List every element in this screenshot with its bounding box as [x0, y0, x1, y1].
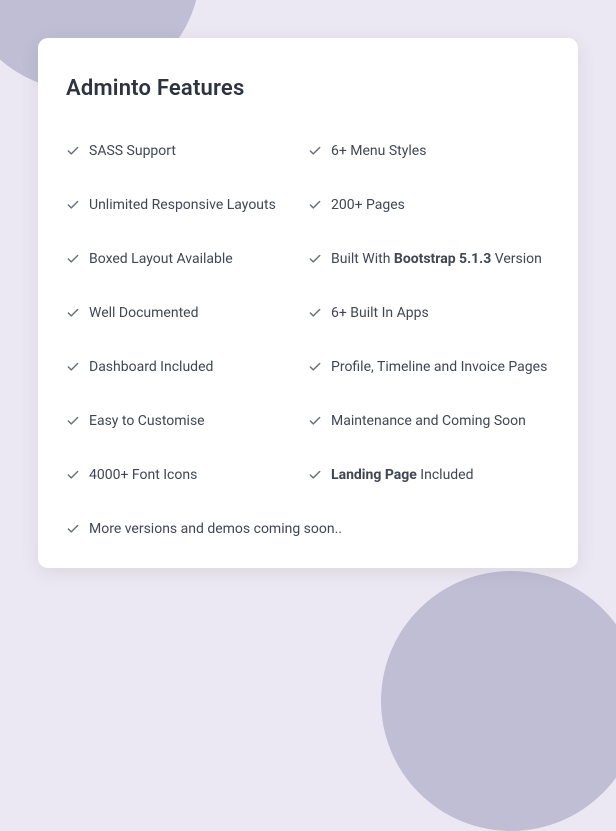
- feature-item: Landing Page Included: [308, 467, 550, 483]
- features-card: Adminto Features SASS Support 6+ Menu Sty…: [38, 38, 578, 568]
- feature-item: 6+ Built In Apps: [308, 305, 550, 321]
- feature-text: Easy to Customise: [89, 413, 205, 429]
- feature-item: Well Documented: [66, 305, 308, 321]
- feature-item: Boxed Layout Available: [66, 251, 308, 267]
- feature-text: More versions and demos coming soon..: [89, 521, 342, 537]
- feature-item: Easy to Customise: [66, 413, 308, 429]
- feature-text: Profile, Timeline and Invoice Pages: [331, 359, 547, 375]
- feature-item: Built With Bootstrap 5.1.3 Version: [308, 251, 550, 267]
- feature-text: SASS Support: [89, 143, 176, 159]
- feature-item: 200+ Pages: [308, 197, 550, 213]
- feature-text: 6+ Menu Styles: [331, 143, 426, 159]
- page-title: Adminto Features: [66, 76, 550, 101]
- feature-item: SASS Support: [66, 143, 308, 159]
- feature-text: Boxed Layout Available: [89, 251, 233, 267]
- feature-item: 6+ Menu Styles: [308, 143, 550, 159]
- feature-item: Unlimited Responsive Layouts: [66, 197, 308, 213]
- feature-text: Well Documented: [89, 305, 198, 321]
- feature-item: Maintenance and Coming Soon: [308, 413, 550, 429]
- feature-item: Profile, Timeline and Invoice Pages: [308, 359, 550, 375]
- feature-item: More versions and demos coming soon..: [66, 521, 550, 537]
- decorative-circle-bottom: [381, 571, 616, 831]
- feature-text: Landing Page Included: [331, 467, 474, 483]
- feature-text: 4000+ Font Icons: [89, 467, 197, 483]
- feature-text: Built With Bootstrap 5.1.3 Version: [331, 251, 542, 267]
- feature-item: 4000+ Font Icons: [66, 467, 308, 483]
- feature-text: Dashboard Included: [89, 359, 213, 375]
- feature-text: 200+ Pages: [331, 197, 405, 213]
- feature-text: Maintenance and Coming Soon: [331, 413, 526, 429]
- feature-item: Dashboard Included: [66, 359, 308, 375]
- features-grid: SASS Support 6+ Menu Styles Unlimited Resp…: [66, 143, 550, 537]
- feature-text: 6+ Built In Apps: [331, 305, 429, 321]
- feature-text: Unlimited Responsive Layouts: [89, 197, 276, 213]
